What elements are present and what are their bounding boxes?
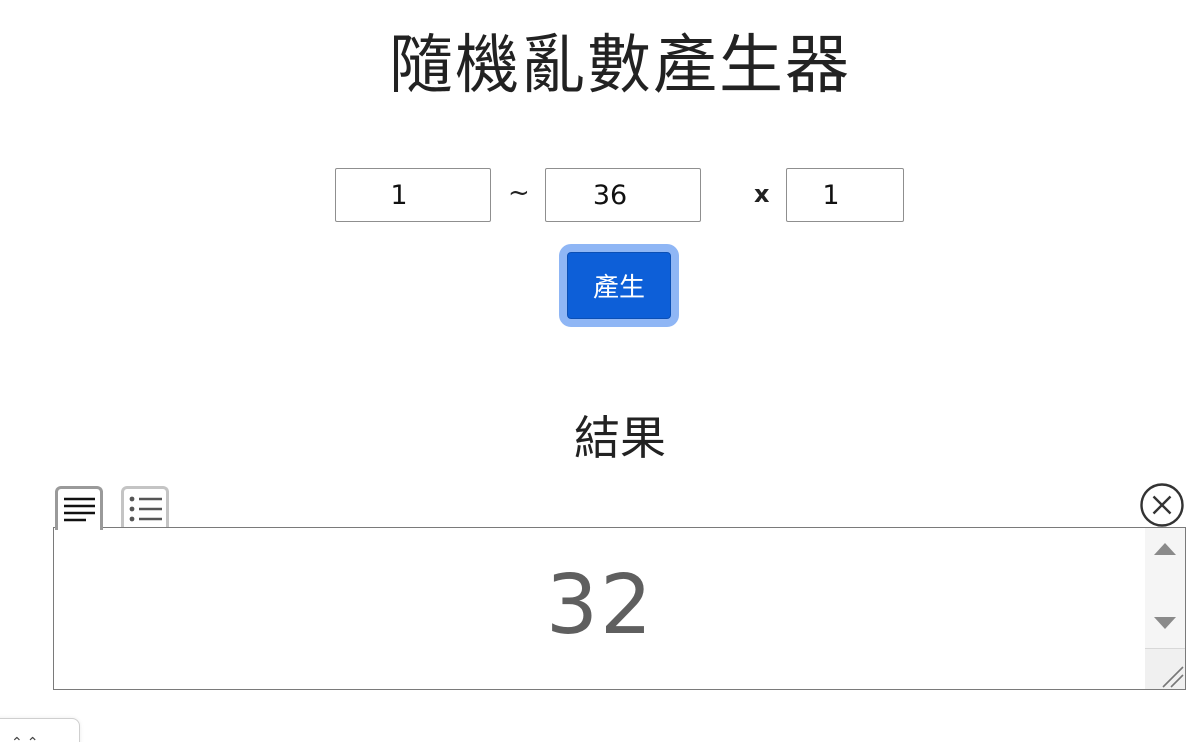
scroll-down-arrow-icon[interactable] bbox=[1153, 614, 1177, 632]
max-value-input[interactable] bbox=[545, 168, 701, 222]
result-value: 32 bbox=[545, 558, 655, 653]
min-value-input[interactable] bbox=[335, 168, 491, 222]
count-input[interactable] bbox=[786, 168, 904, 222]
times-symbol: x bbox=[754, 180, 770, 208]
text-view-icon bbox=[64, 497, 95, 522]
close-circle-icon bbox=[1140, 483, 1184, 527]
result-textarea[interactable]: 32 bbox=[53, 527, 1186, 690]
text-view-tab[interactable] bbox=[55, 486, 103, 530]
clear-result-button[interactable] bbox=[1139, 482, 1185, 528]
floating-widget-tab[interactable]: ⌃⌃ bbox=[0, 718, 80, 742]
widget-handle-icon: ⌃⌃ bbox=[11, 735, 42, 742]
scroll-up-arrow-icon[interactable] bbox=[1153, 540, 1177, 558]
page-title: 隨機亂數產生器 bbox=[389, 29, 851, 103]
result-heading: 結果 bbox=[574, 411, 666, 465]
list-view-tab[interactable] bbox=[121, 486, 169, 528]
generate-button[interactable]: 產生 bbox=[559, 244, 679, 327]
range-separator: ~ bbox=[508, 178, 530, 208]
random-number-generator-page: 隨機亂數產生器 ~ x 產生 結果 32 bbox=[0, 0, 1194, 742]
resize-handle-icon[interactable] bbox=[1145, 648, 1185, 689]
list-view-icon bbox=[129, 496, 162, 522]
